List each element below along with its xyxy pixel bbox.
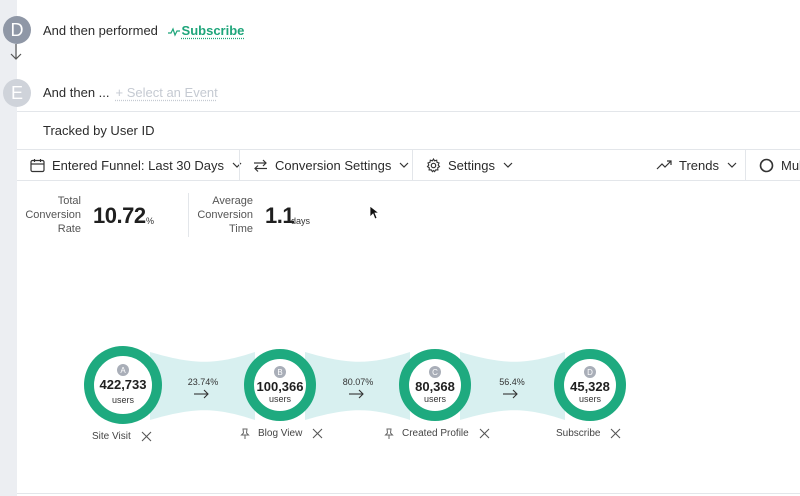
close-icon[interactable] <box>141 431 152 442</box>
entered-funnel-label: Entered Funnel: Last 30 Days <box>52 157 224 173</box>
arrow-right-icon <box>503 389 518 399</box>
close-icon[interactable] <box>479 428 490 439</box>
node-a-badge: A <box>117 364 129 376</box>
avg-conversion-time-label: Average Conversion Time <box>197 195 253 235</box>
trends-label: Trends <box>679 157 719 173</box>
chevron-down-icon <box>503 162 513 168</box>
settings-dropdown[interactable]: Settings <box>426 150 513 180</box>
step-d-badge: D <box>3 16 31 44</box>
multi-label: Mul <box>781 157 800 173</box>
calendar-icon <box>30 158 45 172</box>
settings-label: Settings <box>448 157 495 173</box>
node-d-badge: D <box>584 366 596 378</box>
funnel-toolbar: Entered Funnel: Last 30 Days Conversion … <box>17 149 800 181</box>
conversion-pct-a-b: 23.74% <box>187 377 219 387</box>
total-conversion-value: 10.72 <box>93 203 146 228</box>
node-d-label-text: Subscribe <box>556 428 601 439</box>
mouse-cursor-icon <box>369 205 379 220</box>
chevron-down-icon <box>727 162 737 168</box>
node-d-unit: users <box>578 394 601 404</box>
funnel-step-d: D And then performed Subscribe <box>0 0 800 60</box>
node-c-label-text: Created Profile <box>402 428 469 439</box>
step-e-badge: E <box>3 79 31 107</box>
node-c-label: Created Profile <box>384 428 490 439</box>
arrow-down-icon <box>10 44 22 60</box>
node-a-label-text: Site Visit <box>92 431 131 442</box>
close-icon[interactable] <box>312 428 323 439</box>
metric-divider <box>188 193 189 237</box>
trend-line-icon <box>656 160 672 170</box>
arrow-right-icon <box>194 389 209 399</box>
node-c-badge: C <box>429 366 441 378</box>
conversion-settings-dropdown[interactable]: Conversion Settings <box>253 150 409 180</box>
bottom-divider <box>17 493 800 494</box>
step-d-text: And then performed Subscribe <box>43 23 244 38</box>
event-pulse-icon <box>167 26 180 37</box>
node-a-unit: users <box>111 395 134 405</box>
gear-icon <box>426 157 441 172</box>
toolbar-divider <box>239 150 240 180</box>
node-b-label: Blog View <box>240 428 323 439</box>
tracked-by-label: Tracked by User ID <box>43 123 155 138</box>
total-conversion-unit: % <box>146 216 155 226</box>
arrow-right-icon <box>349 389 364 399</box>
node-a-count: 422,733 <box>99 377 147 392</box>
multi-dropdown[interactable]: Mul <box>759 150 800 180</box>
entered-funnel-dropdown[interactable]: Entered Funnel: Last 30 Days <box>30 150 242 180</box>
step-d-event-link[interactable]: Subscribe <box>182 23 245 38</box>
close-icon[interactable] <box>610 428 621 439</box>
pin-icon[interactable] <box>240 428 250 439</box>
funnel-report-page: D And then performed Subscribe E And the… <box>0 0 800 496</box>
swap-arrows-icon <box>254 159 267 172</box>
toolbar-divider <box>745 150 746 180</box>
conversion-pct-b-c: 80.07% <box>342 377 374 387</box>
node-d-count: 45,328 <box>570 379 610 394</box>
node-b-count: 100,366 <box>256 379 304 394</box>
chevron-down-icon <box>399 162 409 168</box>
divider <box>17 111 800 112</box>
chevron-down-icon <box>232 162 242 168</box>
conversion-pct-c-d: 56.4% <box>499 377 525 387</box>
node-b-badge: B <box>274 366 286 378</box>
loading-ring-icon <box>759 158 774 172</box>
avg-conversion-time-unit: days <box>291 216 311 226</box>
step-e-text: And then ... + Select an Event <box>43 85 218 100</box>
node-b-label-text: Blog View <box>258 428 303 439</box>
toolbar-divider <box>412 150 413 180</box>
node-c-count: 80,368 <box>415 379 455 394</box>
node-c-unit: users <box>423 394 446 404</box>
node-b-unit: users <box>268 394 291 404</box>
trends-dropdown[interactable]: Trends <box>656 150 737 180</box>
step-d-prefix: And then performed <box>43 23 158 38</box>
step-e-prefix: And then ... <box>43 85 110 100</box>
node-d-label: Subscribe <box>556 428 621 439</box>
total-conversion-label: Total Conversion Rate <box>25 195 81 235</box>
conversion-settings-label: Conversion Settings <box>275 157 392 173</box>
avg-conversion-time-value: 1.1 <box>265 203 295 228</box>
node-a-label: Site Visit <box>92 431 152 442</box>
select-event-link[interactable]: + Select an Event <box>116 85 218 100</box>
pin-icon[interactable] <box>384 428 394 439</box>
